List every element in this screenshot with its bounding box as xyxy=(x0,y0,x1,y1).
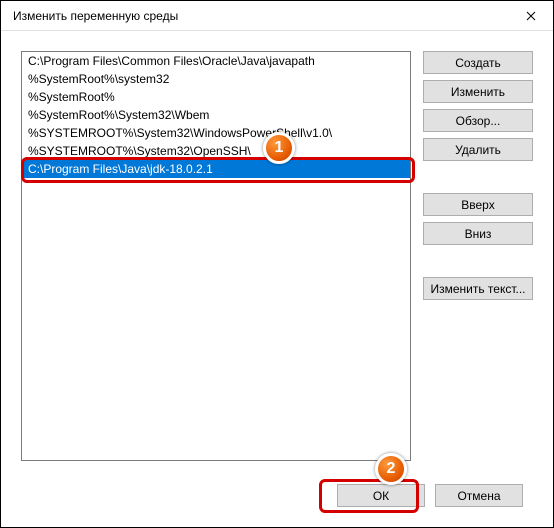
path-listbox[interactable]: C:\Program Files\Common Files\Oracle\Jav… xyxy=(21,51,411,461)
delete-button[interactable]: Удалить xyxy=(423,138,533,161)
bottom-buttons: ОК Отмена xyxy=(337,484,523,507)
edit-text-button[interactable]: Изменить текст... xyxy=(423,277,533,300)
browse-button[interactable]: Обзор... xyxy=(423,109,533,132)
dialog-window: Изменить переменную среды C:\Program Fil… xyxy=(0,0,554,528)
titlebar: Изменить переменную среды xyxy=(1,1,553,31)
dialog-content: C:\Program Files\Common Files\Oracle\Jav… xyxy=(21,51,533,461)
list-item[interactable]: C:\Program Files\Common Files\Oracle\Jav… xyxy=(22,52,410,70)
edit-button[interactable]: Изменить xyxy=(423,80,533,103)
side-buttons: Создать Изменить Обзор... Удалить Вверх … xyxy=(423,51,533,461)
down-button[interactable]: Вниз xyxy=(423,222,533,245)
up-button[interactable]: Вверх xyxy=(423,193,533,216)
close-icon xyxy=(526,11,536,21)
spacer xyxy=(423,251,533,271)
list-item[interactable]: %SYSTEMROOT%\System32\OpenSSH\ xyxy=(22,142,410,160)
list-item[interactable]: %SystemRoot%\System32\Wbem xyxy=(22,106,410,124)
list-item-editing[interactable] xyxy=(22,160,410,178)
list-item[interactable]: %SystemRoot%\system32 xyxy=(22,70,410,88)
create-button[interactable]: Создать xyxy=(423,51,533,74)
list-item[interactable]: %SYSTEMROOT%\System32\WindowsPowerShell\… xyxy=(22,124,410,142)
ok-button[interactable]: ОК xyxy=(337,484,425,507)
list-item[interactable]: %SystemRoot% xyxy=(22,88,410,106)
window-title: Изменить переменную среды xyxy=(13,9,178,23)
cancel-button[interactable]: Отмена xyxy=(435,484,523,507)
close-button[interactable] xyxy=(508,1,553,31)
spacer xyxy=(423,167,533,187)
path-edit-input[interactable] xyxy=(22,160,410,178)
